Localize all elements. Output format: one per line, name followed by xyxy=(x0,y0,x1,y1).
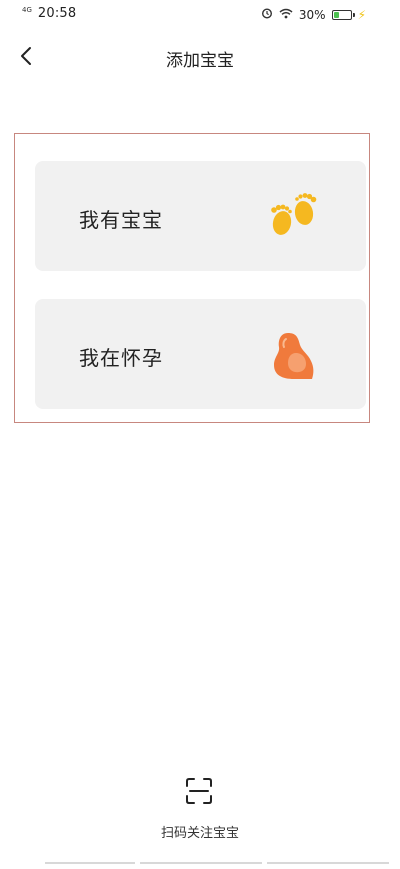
header: 添加宝宝 xyxy=(0,34,400,80)
options-panel: 我有宝宝 我在怀孕 xyxy=(14,133,370,423)
scan-icon xyxy=(186,778,212,804)
wifi-icon xyxy=(279,8,293,22)
battery-level xyxy=(333,11,339,18)
baby-feet-icon xyxy=(271,193,317,235)
pregnancy-icon xyxy=(274,333,314,379)
option-label: 我在怀孕 xyxy=(79,346,163,370)
option-pregnant[interactable]: 我在怀孕 xyxy=(35,299,366,409)
charging-icon: ⚡ xyxy=(357,7,366,22)
bottom-divider xyxy=(267,862,389,864)
status-bar: 4G 20:58 30% ⚡ xyxy=(0,0,400,34)
page-title: 添加宝宝 xyxy=(166,51,234,71)
option-have-baby[interactable]: 我有宝宝 xyxy=(35,161,366,271)
status-left: 4G 20:58 xyxy=(22,6,76,21)
bottom-divider xyxy=(45,862,135,864)
scan-follow-button[interactable]: 扫码关注宝宝 xyxy=(0,772,400,842)
network-indicator: 4G xyxy=(22,6,32,14)
clock-time: 20:58 xyxy=(37,6,77,21)
option-label: 我有宝宝 xyxy=(79,208,163,232)
scan-label: 扫码关注宝宝 xyxy=(160,826,239,841)
alarm-icon xyxy=(261,7,273,22)
bottom-divider xyxy=(140,862,262,864)
battery-percent: 30% xyxy=(298,7,326,22)
battery-icon xyxy=(331,9,355,20)
status-right: 30% ⚡ xyxy=(261,7,366,22)
